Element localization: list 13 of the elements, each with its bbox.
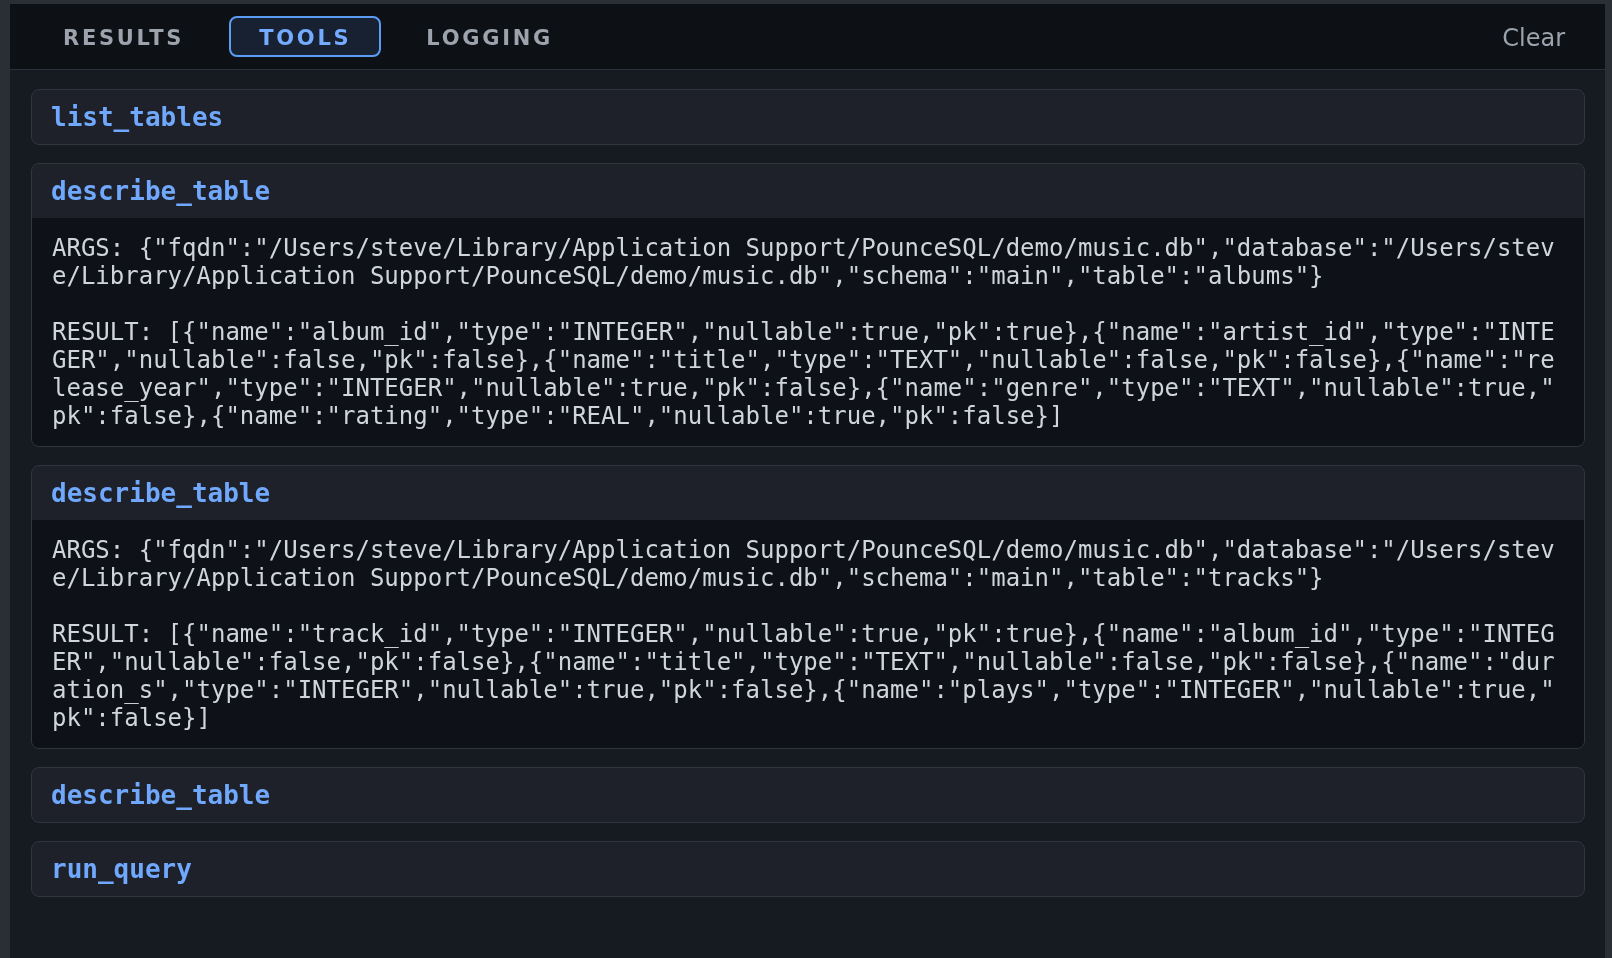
tab[interactable]: TOOLS <box>229 16 382 57</box>
tab[interactable]: LOGGING <box>394 16 586 57</box>
tool-call-header[interactable]: run_query <box>32 842 1584 896</box>
clear-button[interactable]: Clear <box>1482 16 1585 57</box>
result-text: RESULT: [{"name":"album_id","type":"INTEGER","nullable":true,"pk":true},{"name":"artist_id","type":"INTEGER","nullable":false,"pk":false},{"name":"title","type":"TEXT","nullable":false,"pk":false},{"name":"release_year","type":"INTEGER","nullable":true,"pk":false},{"name":"genre","type":"TEXT","nullable":true,"pk":false},{"name":"rating","type":"REAL","nullable":true,"pk":false}] <box>52 318 1556 430</box>
tab[interactable]: RESULTS <box>31 16 217 57</box>
tool-call-header[interactable]: describe_table <box>32 164 1584 218</box>
args-text: ARGS: {"fqdn":"/Users/steve/Library/Application Support/PounceSQL/demo/music.db","database":"/Users/steve/Library/Application Support/PounceSQL/demo/music.db","schema":"main","table":"albums"} <box>52 234 1556 290</box>
tool-call-header[interactable]: list_tables <box>32 90 1584 144</box>
tool-call-header[interactable]: describe_table <box>32 768 1584 822</box>
args-text: ARGS: {"fqdn":"/Users/steve/Library/Application Support/PounceSQL/demo/music.db","database":"/Users/steve/Library/Application Support/PounceSQL/demo/music.db","schema":"main","table":"tracks"} <box>52 536 1556 592</box>
result-text: RESULT: [{"name":"track_id","type":"INTEGER","nullable":true,"pk":true},{"name":"album_id","type":"INTEGER","nullable":false,"pk":false},{"name":"title","type":"TEXT","nullable":false,"pk":false},{"name":"duration_s","type":"INTEGER","nullable":true,"pk":false},{"name":"plays","type":"INTEGER","nullable":true,"pk":false}] <box>52 620 1556 732</box>
tool-call-header[interactable]: describe_table <box>32 466 1584 520</box>
